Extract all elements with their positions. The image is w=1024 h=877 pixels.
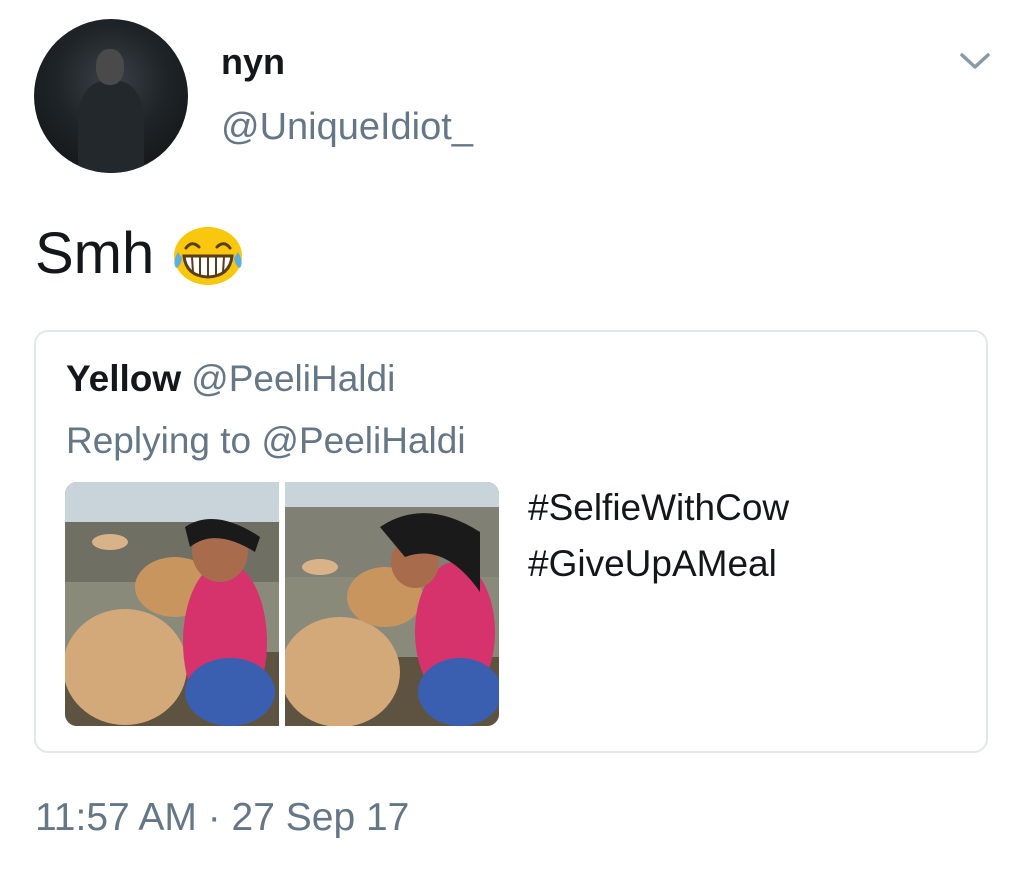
avatar-figure-body	[78, 81, 144, 173]
media-photo-1[interactable]	[65, 482, 279, 726]
media-photo-2[interactable]	[285, 482, 499, 726]
author-handle[interactable]: @UniqueIdiot_	[221, 108, 473, 146]
quoted-author-handle: @PeeliHaldi	[191, 358, 396, 399]
replying-to-label: Replying to @PeeliHaldi	[66, 420, 466, 461]
media-grid	[65, 482, 499, 726]
cow-selfie-photo-1	[65, 482, 279, 726]
quoted-tweet-text: #SelfieWithCow #GiveUpAMeal	[528, 480, 789, 592]
cow-selfie-photo-2	[285, 482, 499, 726]
hashtag-link[interactable]: #SelfieWithCow	[528, 480, 789, 536]
author-display-name[interactable]: nyn	[221, 44, 285, 80]
tweet-body: Smh	[35, 222, 244, 286]
quoted-tweet-header: Yellow @PeeliHaldi	[66, 360, 395, 397]
hashtag-link[interactable]: #GiveUpAMeal	[528, 536, 789, 592]
tweet-timestamp[interactable]: 11:57 AM · 27 Sep 17	[35, 798, 409, 837]
tweet-text: Smh	[35, 221, 155, 286]
laughing-tears-emoji-icon	[174, 227, 243, 285]
avatar-figure-head	[96, 49, 124, 85]
tweet-detail: nyn @UniqueIdiot_ Smh Yellow @PeeliHaldi …	[0, 0, 1024, 877]
quoted-tweet-card[interactable]: Yellow @PeeliHaldi Replying to @PeeliHald…	[34, 330, 988, 753]
author-avatar[interactable]	[34, 19, 188, 173]
quoted-author-name: Yellow	[66, 358, 182, 399]
chevron-down-icon[interactable]	[958, 48, 992, 74]
